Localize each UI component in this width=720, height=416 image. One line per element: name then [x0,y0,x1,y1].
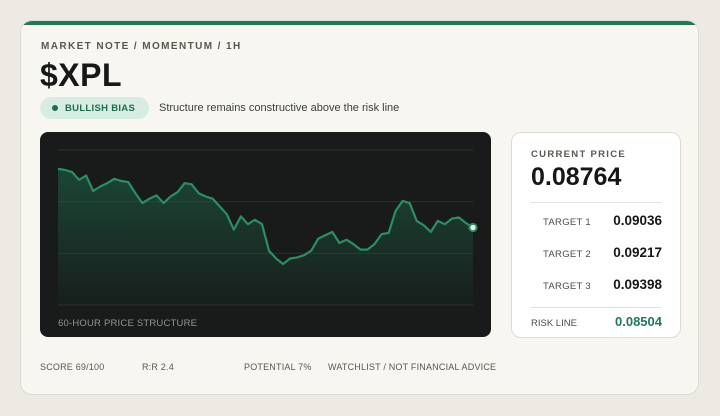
target-value: 0.09398 [613,277,662,292]
divider [531,202,661,203]
target-label: TARGET 3 [543,281,591,292]
risk-line-row: RISK LINE 0.08504 [531,314,662,334]
bias-badge-label: BULLISH BIAS [65,102,136,114]
price-chart-svg [57,149,478,306]
score-stat: SCORE 69/100 [40,362,105,372]
price-panel: CURRENT PRICE 0.08764 TARGET 1 0.09036 T… [511,132,681,338]
disclaimer: WATCHLIST / NOT FINANCIAL ADVICE [328,362,497,372]
market-note-card: MARKET NOTE / MOMENTUM / 1H $XPL BULLISH… [20,20,699,395]
last-price-marker [468,222,478,233]
target-row: TARGET 1 0.09036 [543,212,662,232]
current-price-label: CURRENT PRICE [531,149,627,160]
chart-caption: 60-HOUR PRICE STRUCTURE [58,318,198,329]
risk-line-label: RISK LINE [531,318,577,329]
risk-line-value: 0.08504 [615,314,662,329]
divider [531,307,661,308]
target-row: TARGET 3 0.09398 [543,276,662,296]
potential-stat: POTENTIAL 7% [244,362,312,372]
target-row: TARGET 2 0.09217 [543,244,662,264]
risk-reward-stat: R:R 2.4 [142,362,174,372]
target-value: 0.09217 [613,245,662,260]
target-label: TARGET 1 [543,217,591,228]
bias-badge: BULLISH BIAS [40,97,150,119]
price-chart: 60-HOUR PRICE STRUCTURE [40,132,491,337]
target-value: 0.09036 [613,213,662,228]
eyebrow-label: MARKET NOTE / MOMENTUM / 1H [41,41,242,52]
target-label: TARGET 2 [543,249,591,260]
ticker-symbol: $XPL [40,57,123,93]
current-price-value: 0.08764 [531,163,622,191]
accent-bar [21,21,698,25]
status-dot-icon [52,105,58,111]
bias-description: Structure remains constructive above the… [159,102,400,114]
